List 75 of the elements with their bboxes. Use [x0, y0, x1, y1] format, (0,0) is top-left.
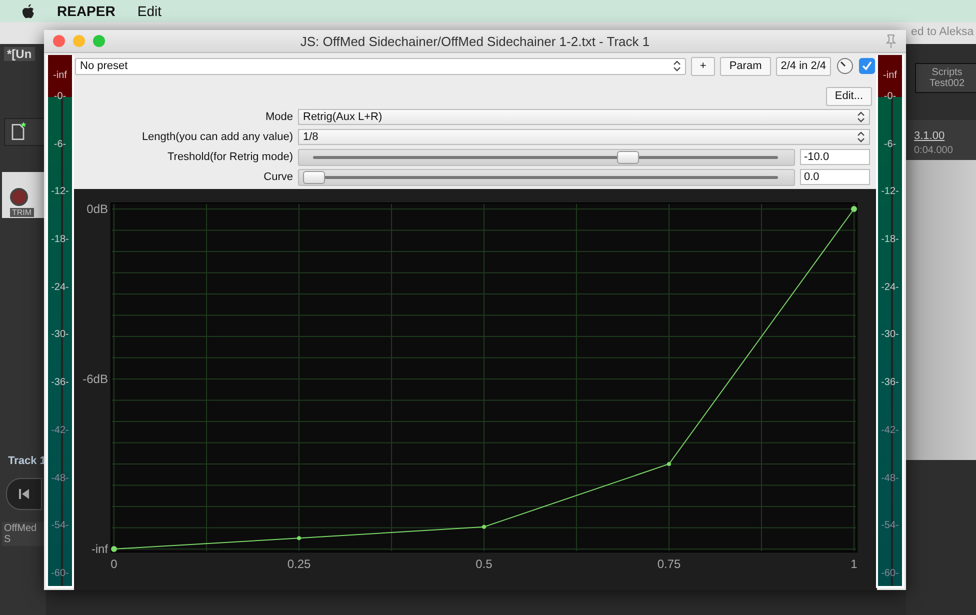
curve-point[interactable] — [851, 206, 857, 212]
parameter-slider[interactable] — [298, 148, 795, 166]
y-axis-label: -inf — [91, 542, 108, 556]
ruler-position: 3.1.00 — [914, 130, 945, 142]
preset-dropdown[interactable]: No preset — [75, 58, 686, 74]
toolbar-button[interactable]: + — [690, 56, 716, 76]
close-button[interactable] — [53, 35, 65, 47]
meter-scale-label: -6- — [884, 138, 896, 151]
knob-icon[interactable] — [836, 57, 854, 75]
peak-reading: -inf — [53, 70, 67, 82]
parameter-slider[interactable] — [298, 168, 795, 186]
meter-scale-label: -12- — [881, 186, 899, 198]
parameter-label: Mode — [264, 111, 293, 123]
meter-scale-label: -54- — [51, 520, 69, 532]
meter-scale-label: -42- — [51, 424, 69, 437]
meter-scale-label: -42- — [881, 424, 899, 437]
meter-scale-label: -6- — [54, 138, 66, 151]
parameter-label: Length(you can add any value) — [140, 131, 293, 143]
meter-scale-label: -30- — [881, 329, 899, 342]
meter-scale-label: -0- — [54, 91, 66, 103]
x-axis-label: 0 — [110, 557, 118, 571]
slider-thumb[interactable] — [303, 170, 325, 184]
parameter-dropdown[interactable]: 1/8 — [298, 129, 870, 145]
menu-item[interactable]: Edit — [137, 3, 162, 19]
media-item-label: OffMed S — [2, 522, 46, 546]
ruler-time: 0:04.000 — [914, 145, 953, 156]
parameter-dropdown[interactable]: Retrig(Aux L+R) — [298, 109, 870, 125]
parameter-label: Treshold(for Retrig mode) — [166, 151, 293, 163]
x-axis-label: 1 — [850, 557, 858, 571]
skip-back-icon — [18, 488, 30, 500]
meter-scale-label: -54- — [881, 520, 899, 532]
meter-scale-label: -36- — [881, 377, 899, 390]
meter-scale-label: -30- — [51, 329, 69, 342]
edit-button[interactable]: Edit... — [826, 86, 872, 106]
meter-scale-label: -24- — [881, 282, 899, 294]
meter-scale-label: -18- — [881, 234, 899, 246]
y-axis-label: 0dB — [86, 202, 108, 216]
meter-scale-label: -60- — [881, 568, 899, 580]
slider-thumb[interactable] — [617, 150, 640, 164]
parameter-value-field[interactable]: -10.0 — [800, 149, 870, 165]
apple-logo-icon[interactable] — [22, 4, 35, 18]
dropdown-arrows-icon — [857, 111, 865, 123]
x-axis-label: 0.75 — [657, 557, 681, 571]
dropdown-arrows-icon — [857, 131, 865, 143]
meter-scale-label: -12- — [51, 186, 69, 198]
curve-point[interactable] — [297, 536, 301, 540]
curve-point[interactable] — [482, 524, 486, 529]
x-axis-label: 0.25 — [287, 557, 311, 571]
toolbar-button[interactable]: Scripts Test002 — [915, 63, 976, 93]
meter-scale-label: -36- — [51, 377, 69, 390]
peak-reading: -inf — [883, 70, 897, 82]
go-to-start-button[interactable] — [6, 478, 42, 510]
curve-point[interactable] — [111, 546, 117, 552]
menu-item[interactable]: REAPER — [57, 3, 116, 19]
window-title: JS: OffMed Sidechainer/OffMed Sidechainer 1-2.txt - Track 1 — [300, 34, 650, 48]
meter-scale-label: -48- — [51, 472, 69, 484]
curve-point[interactable] — [667, 462, 671, 466]
enable-checkbox[interactable] — [859, 58, 875, 74]
record-arm-icon[interactable] — [10, 188, 28, 206]
dropdown-arrows-icon — [672, 60, 681, 72]
toolbar-button[interactable]: Param — [720, 56, 771, 76]
meter-scale-label: -24- — [51, 282, 69, 294]
meter-scale-label: -0- — [884, 91, 896, 103]
parameter-value-field[interactable]: 0.0 — [800, 169, 870, 185]
project-tab[interactable]: *[Un — [4, 47, 35, 61]
automation-mode-button[interactable]: TRIM — [10, 208, 34, 217]
io-routing-button[interactable]: 2/4 in 2/4 — [776, 56, 831, 76]
window-title: ed to Aleksa — [911, 26, 974, 38]
meter-scale-label: -48- — [881, 472, 899, 484]
meter-scale-label: -60- — [51, 568, 69, 580]
parameter-label: Curve — [262, 171, 293, 183]
y-axis-label: -6dB — [82, 372, 108, 386]
meter-scale-label: -18- — [51, 234, 69, 246]
pin-icon[interactable] — [884, 34, 898, 48]
x-axis-label: 0.5 — [476, 557, 492, 571]
